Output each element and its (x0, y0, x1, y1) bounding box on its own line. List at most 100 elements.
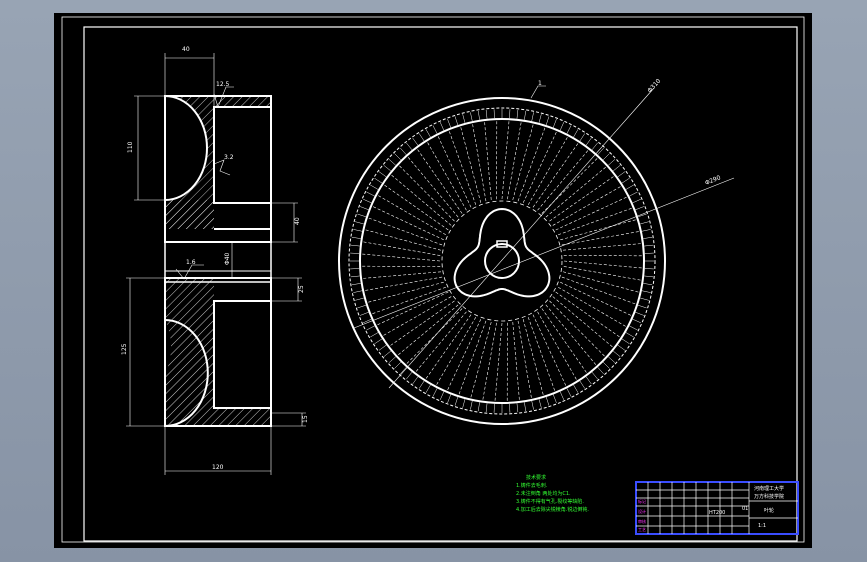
rim-tick (602, 361, 610, 369)
blade-line (384, 184, 449, 231)
blade-line (472, 124, 487, 202)
rim-tick (350, 244, 360, 247)
rim-tick (640, 221, 649, 225)
blade-line (383, 296, 452, 336)
rim-tick (400, 367, 407, 375)
rim-tick (625, 184, 634, 190)
rim-tick (566, 388, 572, 397)
tb-label: 设计 (638, 508, 646, 514)
rim-tick (383, 350, 392, 357)
rim-tick (363, 318, 372, 324)
rim-tick (432, 125, 438, 134)
roughness-symbol-b: 3.2 (213, 154, 234, 176)
rim-tick (516, 403, 519, 413)
blade-line (541, 308, 587, 373)
dim-bottom: 120 (212, 464, 224, 471)
rim-tick (643, 283, 653, 286)
blade-line (545, 166, 607, 218)
rim-tick (360, 206, 369, 210)
part-name: 叶轮 (764, 507, 774, 514)
dim-left-upper: 110 (127, 141, 134, 153)
tb-label: 工艺 (638, 527, 646, 532)
rim-tick (640, 297, 649, 301)
rim-tick (617, 171, 626, 178)
blade-line (537, 150, 589, 211)
rim-tick (573, 384, 579, 393)
drawing-canvas[interactable]: 40 110 125 120 40 25 15 Φ40 12.5 3.2 1.6… (54, 13, 812, 548)
rim-tick (612, 350, 621, 357)
rim-tick (400, 147, 407, 155)
material-value: HT200 (709, 510, 725, 516)
blade-line (563, 260, 642, 269)
blade-line (555, 291, 620, 338)
leader-dia-inner (353, 177, 735, 329)
upper-pocket (213, 106, 272, 204)
blade-line (563, 266, 641, 281)
rim-tick (447, 119, 451, 128)
rim-tick (538, 399, 542, 408)
blade-line (363, 271, 441, 279)
rim-tick (524, 402, 527, 412)
cad-viewport[interactable]: 40 110 125 120 40 25 15 Φ40 12.5 3.2 1.6… (0, 0, 867, 562)
rim-tick (425, 384, 431, 393)
rim-tick (360, 312, 369, 316)
rim-tick (454, 116, 459, 126)
rim-tick (470, 112, 473, 122)
school-name: 河南理工大学 (754, 485, 784, 492)
rim-tick (516, 109, 519, 119)
rim-tick (419, 133, 425, 142)
rim-tick (378, 344, 387, 351)
title-block: 河南理工大学 万方科技学院 叶轮 1:1 01 HT200 标记 设计 审核 工… (635, 481, 799, 535)
rim-tick (621, 338, 630, 344)
rim-tick (625, 332, 634, 338)
note-line: 2.未注倒角 两处均为C1. (516, 490, 571, 497)
center-bore (484, 243, 520, 279)
rim-tick (412, 376, 419, 385)
rim-tick (559, 122, 565, 131)
rim-tick (388, 159, 396, 166)
rim-tick (629, 325, 638, 331)
notes-title: 技术要求 (526, 474, 546, 481)
blade-line (552, 296, 613, 348)
blade-line (527, 137, 568, 205)
note-line: 1.铸件去毛刺. (516, 482, 548, 489)
rim-tick (355, 221, 364, 225)
blade-line (558, 286, 626, 327)
rim-tick (355, 297, 364, 301)
roughness-symbol-c: 1.6 (175, 259, 204, 280)
blade-line (517, 320, 532, 398)
rim-tick (388, 356, 396, 363)
blade-line (549, 300, 605, 357)
blade-line (537, 311, 577, 380)
rim-tick (447, 394, 451, 403)
rim-tick (579, 133, 585, 142)
rim-tick (635, 206, 644, 210)
dim-right-b: 25 (298, 285, 305, 293)
rim-tick (621, 178, 630, 184)
technical-notes: 技术要求 1.铸件去毛刺. 2.未注倒角 两处均为C1. 3.铸件不得有气孔.裂… (516, 474, 589, 513)
rim-tick (608, 356, 616, 363)
scale-value: 01 (742, 506, 748, 512)
rim-tick (477, 402, 480, 412)
blade-line (425, 314, 472, 379)
rim-tick (477, 110, 480, 120)
rim-tick (470, 400, 473, 410)
drawing-number: 1:1 (758, 523, 766, 529)
school-name-2: 万方科技学院 (754, 493, 784, 500)
rim-tick (363, 198, 372, 204)
rim-tick (366, 191, 375, 197)
leader-dia-outer (388, 87, 655, 389)
rim-tick (559, 391, 565, 400)
rim-tick (545, 396, 550, 406)
dim-right-a: 40 (294, 217, 301, 225)
rim-tick (579, 380, 585, 389)
blade-line (397, 304, 459, 356)
front-view: Φ310 Φ290 1 (338, 77, 735, 425)
rim-tick (378, 171, 387, 178)
rim-tick (644, 244, 654, 247)
blade-line (549, 176, 614, 222)
hub-band (164, 241, 272, 283)
rim-tick (553, 394, 557, 403)
blade-line (378, 195, 446, 236)
rim-tick (353, 290, 363, 293)
